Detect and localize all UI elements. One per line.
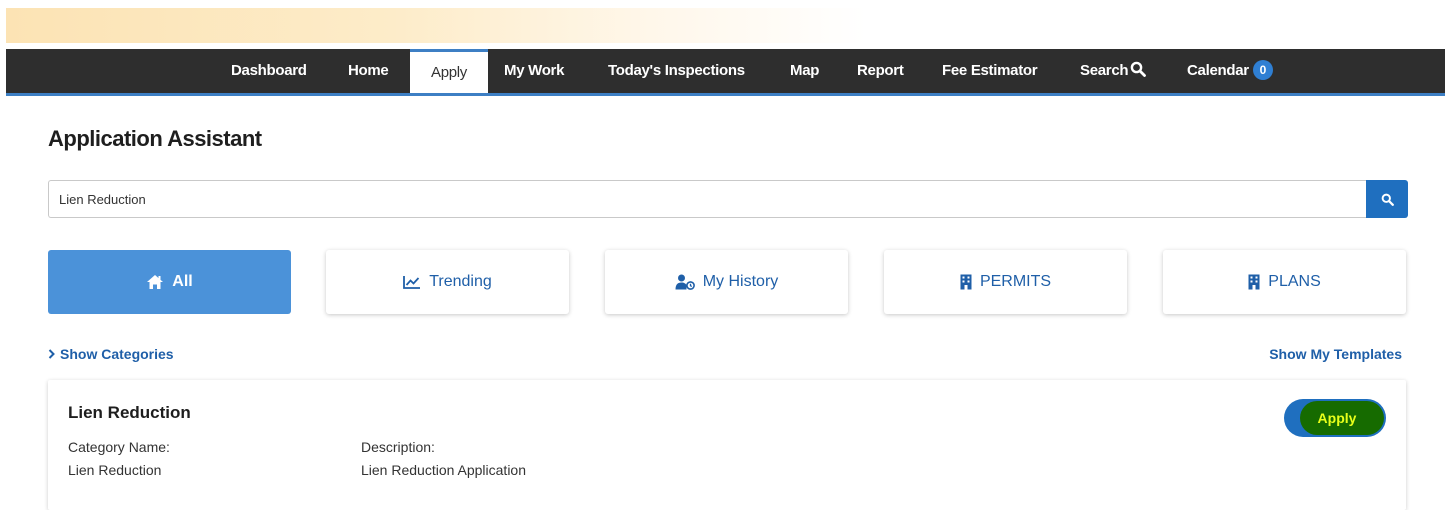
nav-fee-estimator[interactable]: Fee Estimator	[942, 49, 1038, 93]
search-submit-button[interactable]	[1366, 180, 1408, 218]
apply-button-label: Apply	[1317, 410, 1357, 426]
show-categories-label: Show Categories	[60, 346, 174, 362]
description-value: Lien Reduction Application	[361, 462, 527, 478]
nav-report[interactable]: Report	[857, 49, 904, 93]
page-title: Application Assistant	[48, 126, 262, 151]
nav-todays-inspections[interactable]: Today's Inspections	[608, 49, 745, 93]
tab-permits[interactable]: PERMITS	[884, 250, 1127, 314]
apply-button[interactable]: Apply	[1284, 399, 1386, 437]
tab-my-history-label: My History	[702, 273, 779, 290]
building-icon	[1248, 274, 1260, 290]
description-label: Description:	[361, 439, 435, 455]
building-icon	[960, 274, 972, 290]
show-my-templates-link[interactable]: Show My Templates	[1269, 346, 1402, 362]
nav-dashboard[interactable]: Dashboard	[231, 49, 307, 93]
user-history-icon	[675, 274, 695, 290]
search-icon	[1381, 193, 1394, 206]
chevron-right-icon	[48, 349, 55, 359]
main-navbar: Dashboard Home Apply My Work Today's Ins…	[6, 49, 1445, 96]
nav-calendar[interactable]: Calendar 0	[1187, 49, 1273, 93]
tab-trending[interactable]: Trending	[326, 250, 569, 314]
tab-all[interactable]: All	[48, 250, 291, 314]
nav-map[interactable]: Map	[790, 49, 819, 93]
nav-my-work[interactable]: My Work	[504, 49, 564, 93]
application-search-input[interactable]	[48, 180, 1366, 218]
tab-permits-label: PERMITS	[979, 273, 1052, 290]
tab-all-label: All	[172, 273, 193, 290]
show-categories-link[interactable]: Show Categories	[48, 346, 174, 362]
home-icon	[147, 275, 164, 289]
tab-trending-label: Trending	[429, 273, 492, 290]
nav-apply[interactable]: Apply	[410, 49, 488, 93]
nav-calendar-label: Calendar	[1187, 62, 1249, 79]
result-card: Lien Reduction Category Name: Lien Reduc…	[48, 380, 1406, 510]
tab-my-history[interactable]: My History	[605, 250, 848, 314]
calendar-count-badge: 0	[1252, 60, 1273, 80]
nav-search[interactable]: Search	[1080, 49, 1147, 93]
category-name-label: Category Name:	[68, 439, 170, 455]
tab-plans[interactable]: PLANS	[1163, 250, 1406, 314]
header-banner	[6, 8, 866, 43]
nav-home[interactable]: Home	[348, 49, 389, 93]
tab-plans-label: PLANS	[1268, 273, 1321, 290]
search-icon	[1130, 61, 1147, 77]
result-title: Lien Reduction	[68, 403, 191, 422]
line-chart-icon	[403, 276, 421, 289]
nav-search-label: Search	[1080, 62, 1129, 79]
category-name-value: Lien Reduction	[68, 462, 162, 478]
